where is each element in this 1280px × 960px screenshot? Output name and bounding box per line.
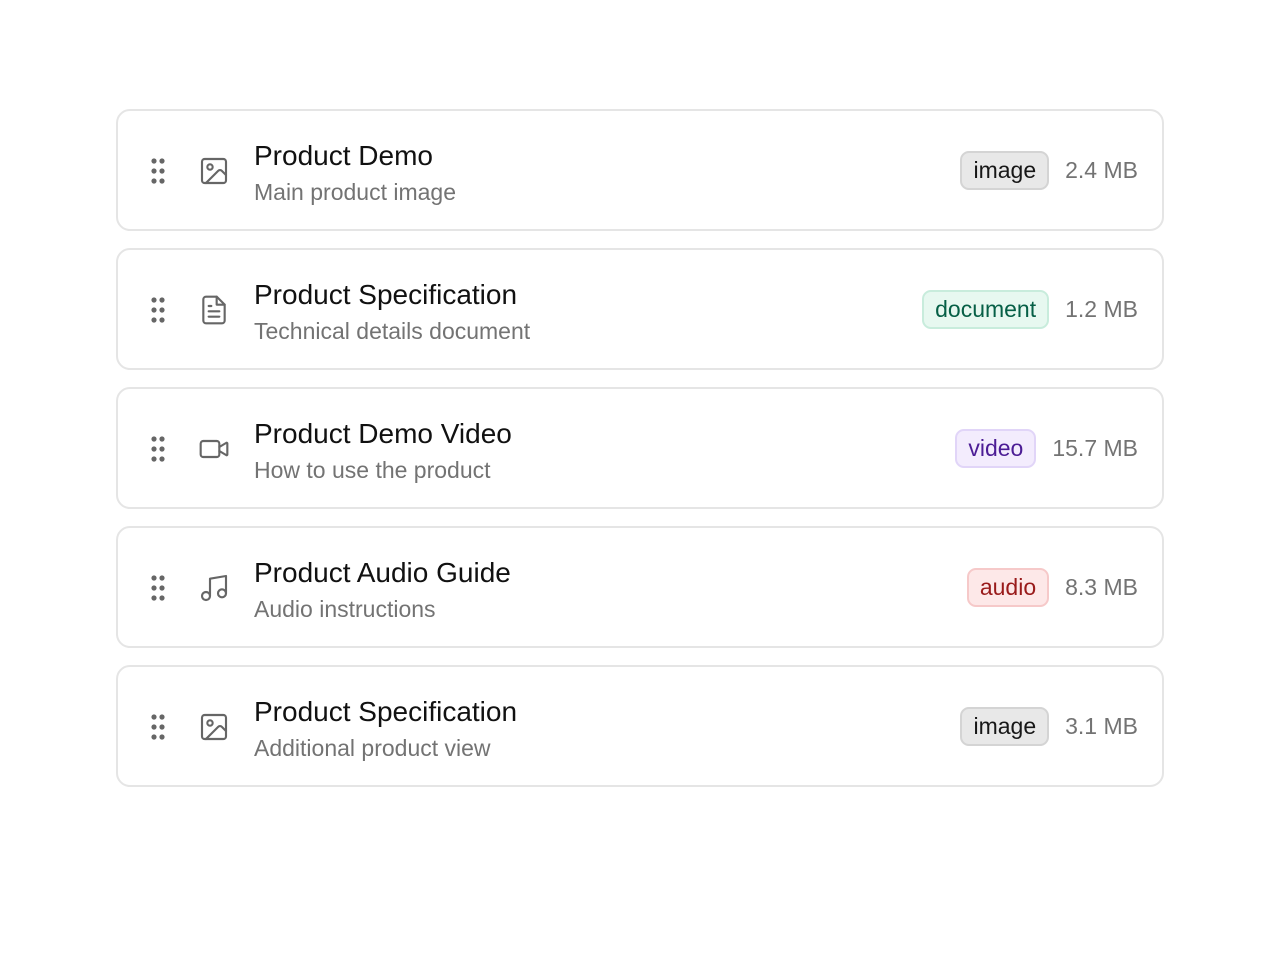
file-title: Product Demo Video (254, 418, 512, 449)
file-text: Product Demo Video How to use the produc… (254, 417, 512, 485)
file-text: Product Specification Additional product… (254, 695, 517, 763)
drag-handle-icon[interactable] (150, 157, 166, 185)
file-meta: audio 8.3 MB (966, 528, 1138, 646)
file-list-item[interactable]: Product Audio Guide Audio instructions a… (116, 526, 1164, 648)
file-list-item[interactable]: Product Demo Video How to use the produc… (116, 387, 1164, 509)
file-title: Product Specification (254, 696, 518, 727)
document-icon (198, 294, 230, 326)
file-description: Technical details document (254, 318, 531, 344)
video-icon (198, 433, 230, 465)
drag-handle-icon[interactable] (150, 713, 166, 741)
file-description: Additional product view (254, 735, 491, 761)
file-list-item[interactable]: Product Specification Additional product… (116, 665, 1164, 787)
file-title: Product Demo (254, 140, 433, 171)
file-size: 8.3 MB (1065, 573, 1138, 600)
file-list: Product Demo Main product image image 2.… (116, 109, 1164, 804)
file-title: Product Audio Guide (254, 557, 511, 588)
file-type-badge: audio (966, 567, 1050, 607)
file-type-badge: document (922, 289, 1050, 329)
file-meta: document 1.2 MB (922, 250, 1138, 368)
file-text: Product Audio Guide Audio instructions (254, 556, 511, 624)
file-size: 15.7 MB (1052, 434, 1138, 461)
file-list-item[interactable]: Product Specification Technical details … (116, 248, 1164, 370)
file-size: 1.2 MB (1065, 295, 1138, 322)
file-text: Product Demo Main product image (254, 139, 456, 207)
music-icon (198, 572, 230, 604)
file-type-badge: image (960, 150, 1050, 190)
file-meta: image 3.1 MB (960, 667, 1138, 785)
file-type-badge: image (960, 706, 1050, 746)
file-list-item[interactable]: Product Demo Main product image image 2.… (116, 109, 1164, 231)
file-meta: image 2.4 MB (960, 111, 1138, 229)
file-description: How to use the product (254, 457, 491, 483)
image-icon (198, 155, 230, 187)
file-meta: video 15.7 MB (955, 389, 1138, 507)
drag-handle-icon[interactable] (150, 574, 166, 602)
file-description: Main product image (254, 179, 456, 205)
file-size: 3.1 MB (1065, 712, 1138, 739)
file-text: Product Specification Technical details … (254, 278, 530, 346)
file-type-badge: video (955, 428, 1037, 468)
file-description: Audio instructions (254, 596, 436, 622)
image-icon (198, 711, 230, 743)
file-size: 2.4 MB (1065, 156, 1138, 183)
file-title: Product Specification (254, 279, 518, 310)
drag-handle-icon[interactable] (150, 435, 166, 463)
drag-handle-icon[interactable] (150, 296, 166, 324)
